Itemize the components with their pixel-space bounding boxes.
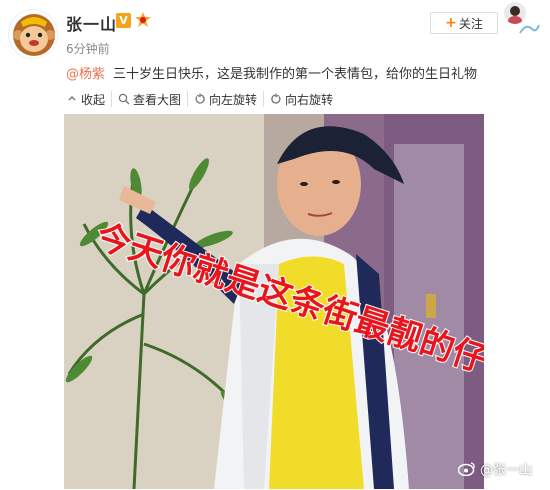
post-text: @杨紫 三十岁生日快乐，这是我制作的第一个表情包，给你的生日礼物 (66, 63, 477, 82)
magnifier-icon (118, 93, 130, 105)
rotate-left-button[interactable]: 向左旋转 (187, 91, 263, 107)
image-watermark: @张一山 (458, 459, 532, 478)
author-avatar[interactable] (8, 9, 58, 59)
meme-photo (64, 114, 484, 489)
watermark-text: @张一山 (480, 463, 533, 478)
image-toolbar: 收起 查看大图 向左旋转 向右旋转 (60, 88, 339, 110)
weibo-post-card: 张一山 V 6分钟前 + 关注 @杨紫 三十岁生日快乐，这是我制作的第一个表情包，… (0, 0, 550, 490)
collapse-button[interactable]: 收起 (60, 91, 111, 107)
level-badge-icon (134, 11, 152, 29)
post-image[interactable]: 今天你就是这条街最靓的仔 (64, 114, 484, 489)
post-timestamp[interactable]: 6分钟前 (66, 40, 110, 57)
monkey-avatar-icon (13, 14, 55, 56)
weibo-logo-icon (458, 462, 475, 476)
post-body: 三十岁生日快乐，这是我制作的第一个表情包，给你的生日礼物 (113, 67, 478, 82)
decoration-icon (518, 20, 540, 34)
collapse-label: 收起 (81, 92, 106, 107)
vip-badge: V (116, 13, 131, 28)
collapse-arrow-icon (68, 96, 76, 101)
follow-label: 关注 (458, 16, 483, 31)
rotate-right-label: 向右旋转 (285, 92, 334, 107)
rotate-left-icon (195, 93, 205, 104)
rotate-right-button[interactable]: 向右旋转 (263, 91, 339, 107)
view-large-button[interactable]: 查看大图 (111, 91, 187, 107)
plus-icon: + (445, 15, 457, 31)
follow-button[interactable]: + 关注 (430, 12, 498, 34)
mention-link[interactable]: @杨紫 (66, 67, 105, 82)
view-large-label: 查看大图 (133, 92, 182, 107)
rotate-left-label: 向左旋转 (209, 92, 258, 107)
author-name[interactable]: 张一山 (66, 11, 117, 35)
rotate-right-icon (271, 93, 281, 104)
